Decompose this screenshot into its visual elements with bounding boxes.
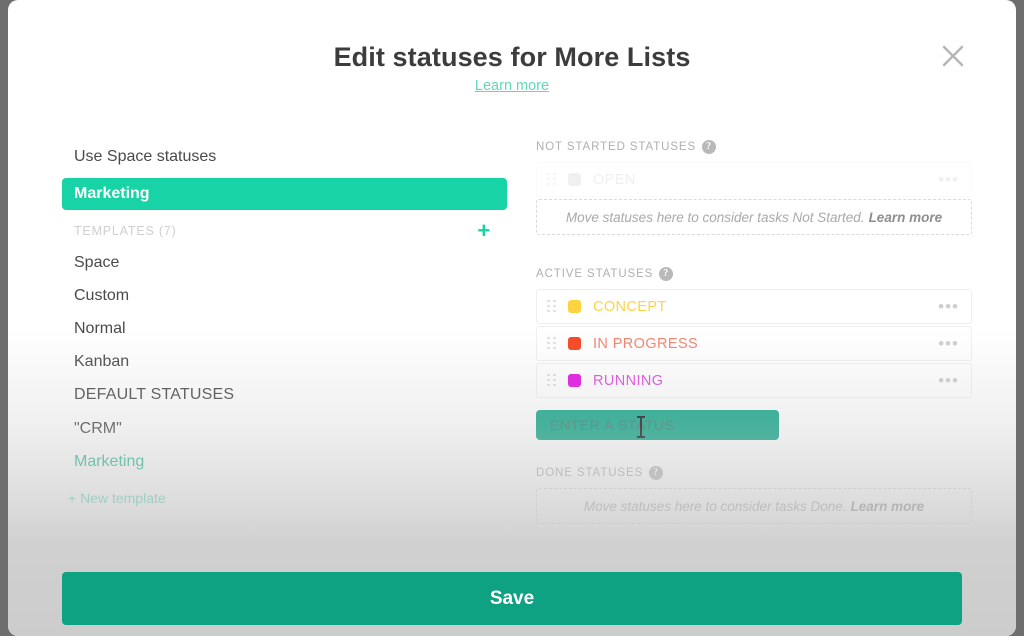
new-status-input-wrapper[interactable] [536, 410, 779, 440]
templates-header-label: TEMPLATES (7) [74, 224, 177, 238]
sidebar-item-marketing-selected[interactable]: Marketing [62, 178, 507, 210]
close-icon[interactable] [935, 38, 971, 74]
status-row-open[interactable]: OPEN ••• [536, 162, 972, 197]
template-label: Kanban [74, 352, 130, 370]
templates-section-header: TEMPLATES (7) + [62, 216, 507, 246]
add-template-icon[interactable]: + [477, 220, 497, 242]
drag-handle-icon[interactable] [547, 336, 556, 351]
dropzone-learn-more-link[interactable]: Learn more [869, 210, 943, 225]
edit-statuses-modal: Edit statuses for More Lists Learn more … [8, 0, 1016, 636]
help-icon[interactable]: ? [659, 267, 674, 281]
drag-handle-icon[interactable] [547, 299, 556, 314]
sidebar-item-space[interactable]: Space [62, 246, 507, 279]
new-template-button[interactable]: + New template [62, 486, 507, 510]
screen: Edit statuses for More Lists Learn more … [0, 0, 1024, 636]
done-dropzone[interactable]: Move statuses here to consider tasks Don… [536, 488, 972, 524]
status-row-running[interactable]: RUNNING ••• [536, 363, 972, 398]
statuses-panel: NOT STARTED STATUSES ? OPEN ••• Move sta… [536, 140, 972, 526]
dropzone-learn-more-link[interactable]: Learn more [851, 499, 925, 514]
status-name: IN PROGRESS [593, 335, 699, 352]
template-sidebar: Use Space statuses Marketing TEMPLATES (… [62, 140, 507, 510]
status-name: OPEN [593, 171, 636, 188]
status-row-concept[interactable]: CONCEPT ••• [536, 289, 972, 324]
default-item-label: "CRM" [74, 419, 122, 437]
template-label: Space [74, 253, 120, 271]
modal-header: Edit statuses for More Lists Learn more [8, 0, 1016, 118]
done-section-label: DONE STATUSES ? [536, 466, 972, 480]
status-row-menu-icon[interactable]: ••• [930, 335, 959, 352]
default-item-label: Marketing [74, 452, 145, 470]
drag-handle-icon[interactable] [547, 172, 556, 187]
not-started-dropzone[interactable]: Move statuses here to consider tasks Not… [536, 199, 972, 235]
sidebar-item-use-space-statuses[interactable]: Use Space statuses [62, 140, 507, 174]
sidebar-item-kanban[interactable]: Kanban [62, 345, 507, 378]
sidebar-item-marketing-default[interactable]: Marketing [62, 445, 507, 478]
dropzone-text: Move statuses here to consider tasks Not… [565, 209, 865, 225]
template-label: Normal [74, 319, 126, 337]
template-label: Custom [74, 286, 130, 304]
sidebar-item-normal[interactable]: Normal [62, 312, 507, 345]
help-icon[interactable]: ? [702, 140, 717, 154]
status-color-swatch[interactable] [568, 300, 581, 313]
active-section-label: ACTIVE STATUSES ? [536, 267, 972, 281]
drag-handle-icon[interactable] [547, 373, 556, 388]
status-name: CONCEPT [593, 298, 667, 315]
use-space-statuses-label: Use Space statuses [74, 148, 217, 165]
new-status-input[interactable] [536, 410, 779, 440]
modal-footer: Save [8, 564, 1016, 636]
status-row-menu-icon[interactable]: ••• [930, 372, 959, 389]
not-started-section-label: NOT STARTED STATUSES ? [536, 140, 972, 154]
status-row-menu-icon[interactable]: ••• [930, 298, 959, 315]
default-statuses-header: DEFAULT STATUSES [74, 386, 235, 403]
status-row-in-progress[interactable]: IN PROGRESS ••• [536, 326, 972, 361]
save-button[interactable]: Save [62, 572, 962, 625]
not-started-label-text: NOT STARTED STATUSES [536, 141, 697, 153]
help-icon[interactable]: ? [649, 466, 664, 480]
status-color-swatch[interactable] [568, 173, 581, 186]
learn-more-link[interactable]: Learn more [8, 78, 1016, 94]
sidebar-item-custom[interactable]: Custom [62, 279, 507, 312]
done-label-text: DONE STATUSES [536, 467, 644, 479]
status-color-swatch[interactable] [568, 374, 581, 387]
status-name: RUNNING [593, 372, 664, 389]
text-cursor [637, 416, 645, 438]
status-color-swatch[interactable] [568, 337, 581, 350]
active-label-text: ACTIVE STATUSES [536, 268, 654, 280]
sidebar-item-crm[interactable]: "CRM" [62, 412, 507, 445]
status-row-menu-icon[interactable]: ••• [930, 171, 959, 188]
dropzone-text: Move statuses here to consider tasks Don… [583, 498, 847, 514]
page-title: Edit statuses for More Lists [333, 42, 691, 72]
selected-template-label: Marketing [74, 185, 150, 202]
